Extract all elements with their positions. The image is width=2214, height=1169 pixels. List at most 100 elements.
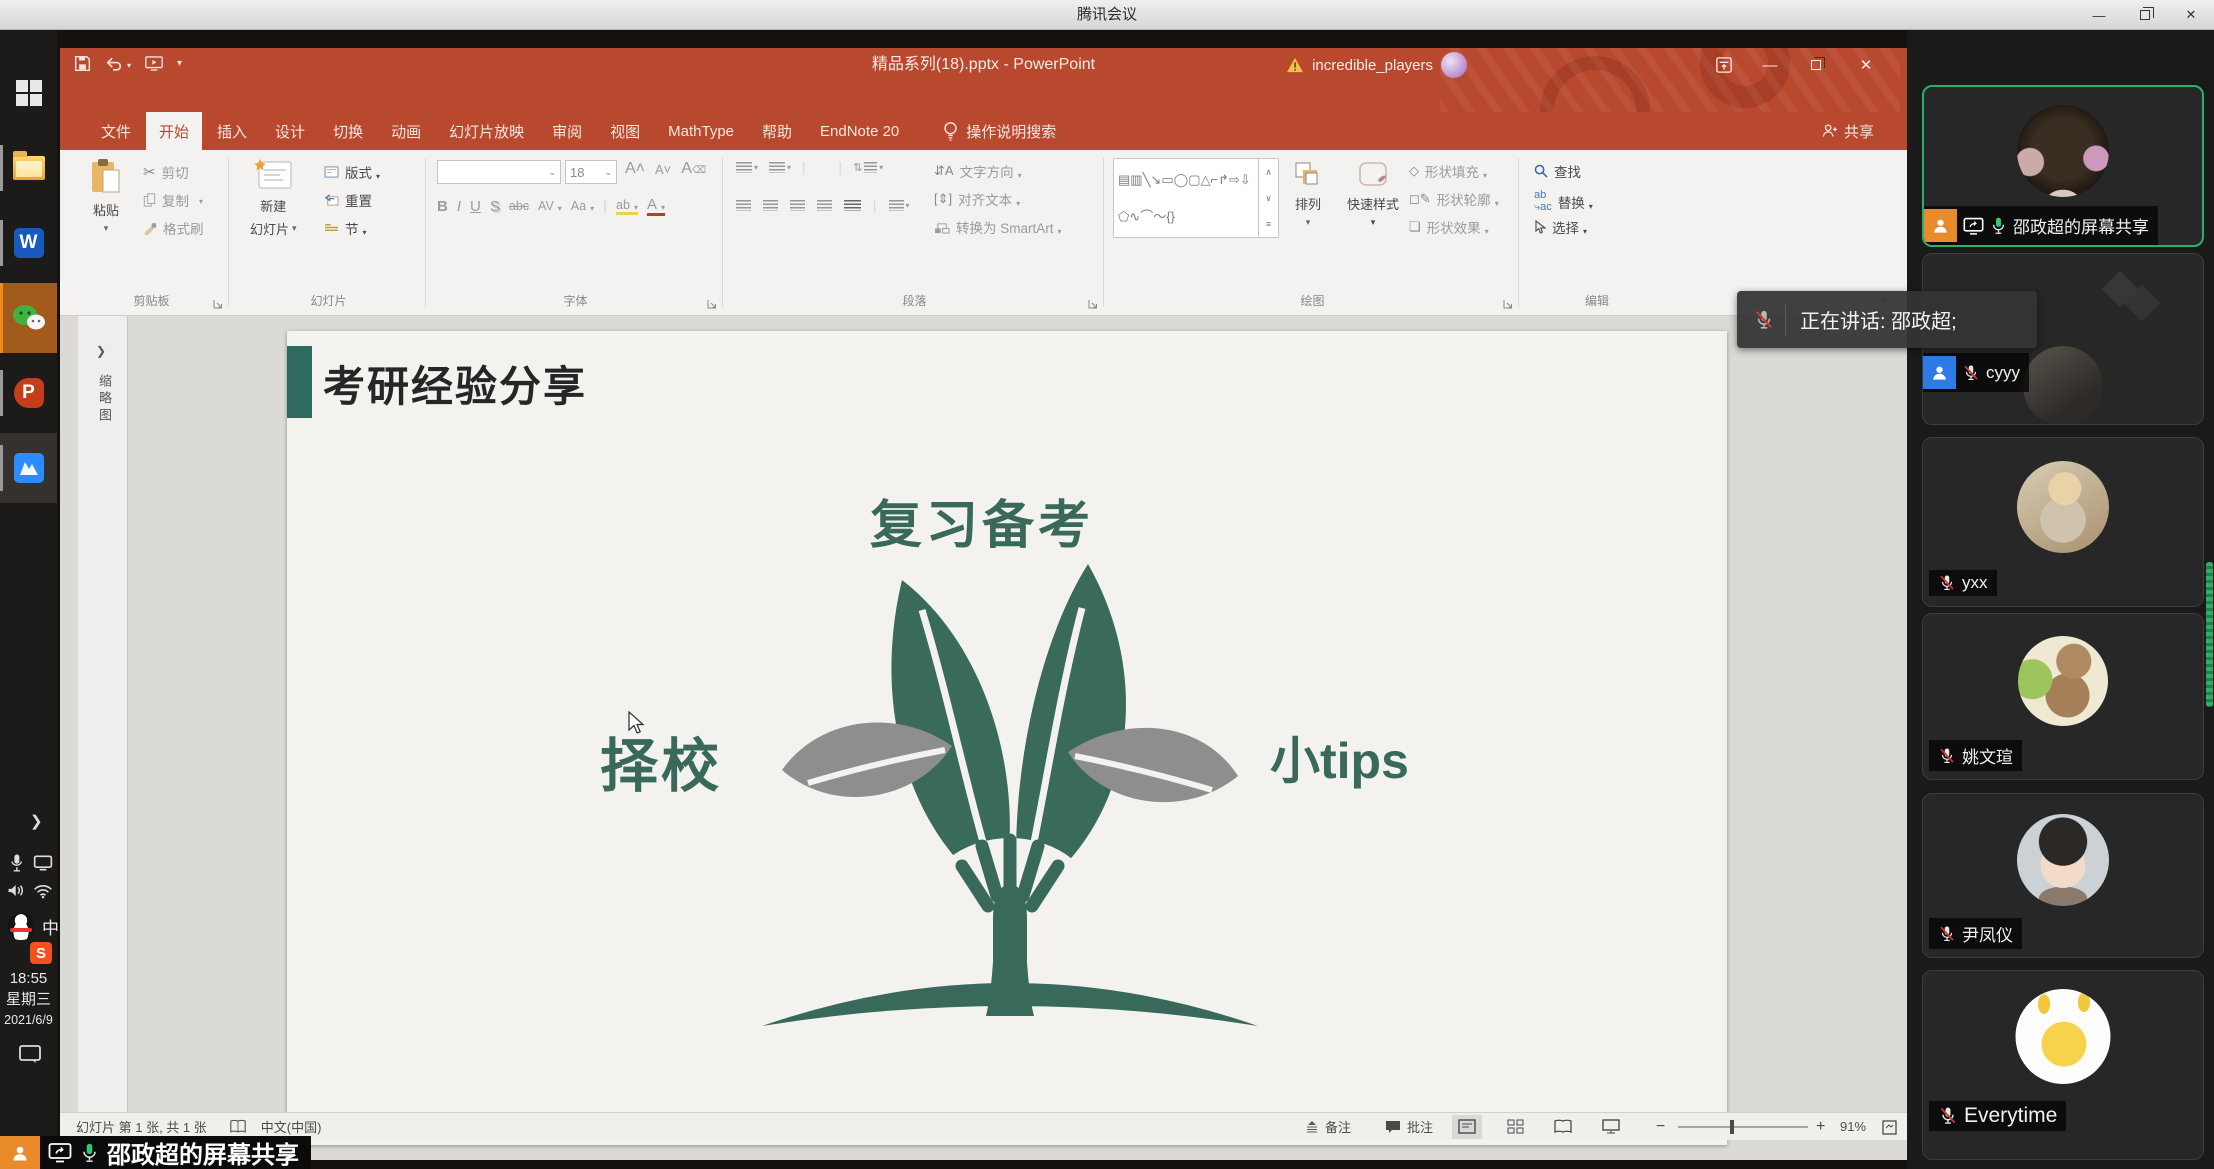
undo-button[interactable] [105,54,131,72]
slide-number-indicator[interactable]: 幻灯片 第 1 张, 共 1 张 [76,1117,207,1136]
grow-font-button[interactable]: A˄ [625,160,645,178]
line-spacing-button[interactable]: ⇅▾ [853,161,883,174]
layout-button[interactable]: 版式 [324,162,380,182]
section-button[interactable]: 节 [324,218,367,238]
tab-transitions[interactable]: 切换 [320,112,376,150]
clear-formatting-button[interactable]: A⌫ [681,160,706,178]
character-spacing-button[interactable]: A︎V [538,199,562,213]
taskbar-powerpoint[interactable]: P [0,358,57,428]
tab-view[interactable]: 视图 [597,112,653,150]
align-text-button[interactable]: [⇕]对齐文本 [934,189,1020,209]
change-case-button[interactable]: Aa [571,199,594,213]
copy-button[interactable]: 复制 [143,190,203,210]
font-size-combo[interactable]: 18⌄ [565,160,617,184]
tab-design[interactable]: 设计 [262,112,318,150]
sogou-icon[interactable]: S [30,942,52,964]
shapes-gallery[interactable]: ▤▥╲↘▭◯▢△⌐↱⇨⇩⬠∿⌒～{} [1113,158,1259,238]
tab-slideshow[interactable]: 幻灯片放映 [436,112,537,150]
slide-sorter-view-button[interactable] [1500,1115,1530,1139]
participant-tile-everytime[interactable]: Everytime [1922,970,2204,1160]
drawing-dialog-launcher[interactable] [1503,299,1514,310]
zoom-slider-thumb[interactable] [1730,1120,1734,1134]
zoom-level[interactable]: 91% [1840,1119,1866,1134]
strikethrough-button[interactable]: abc [509,199,529,213]
font-color-button[interactable]: A [647,196,665,216]
reading-view-button[interactable] [1548,1115,1578,1139]
meeting-close-button[interactable]: ✕ [2168,0,2214,30]
share-button[interactable]: 共享 [1808,112,1887,150]
numbering-button[interactable]: ▾ [769,162,791,173]
font-name-combo[interactable]: ⌄ [437,160,561,184]
participant-tile-yxx[interactable]: yxx [1922,437,2204,607]
align-center-button[interactable] [763,200,778,211]
tab-animations[interactable]: 动画 [378,112,434,150]
gallery-up-arrow[interactable]: ∧ [1265,167,1272,178]
meeting-restore-button[interactable] [2122,0,2168,30]
paste-dropdown[interactable]: ▾ [104,223,109,234]
slideshow-view-button[interactable] [1596,1115,1626,1139]
italic-button[interactable]: I [457,198,461,215]
meeting-minimize-button[interactable]: — [2076,0,2122,30]
zoom-out-button[interactable]: − [1656,1118,1665,1136]
participant-tile-yaowenxuan[interactable]: 姚文瑄 [1922,613,2204,780]
shape-fill-button[interactable]: ◇形状填充 [1409,161,1487,181]
quick-styles-button[interactable]: 快速样式 ▾ [1347,160,1399,228]
tab-review[interactable]: 审阅 [539,112,595,150]
participant-tile-yinfengyi[interactable]: 尹凤仪 [1922,793,2204,958]
save-icon[interactable] [74,55,91,72]
tray-audio-network[interactable] [7,882,53,899]
new-slide-button[interactable]: 新建 幻灯片▾ [250,158,297,238]
gallery-more-arrow[interactable]: ≡ [1266,219,1271,229]
paragraph-dialog-launcher[interactable] [1088,299,1099,310]
ribbon-display-options-button[interactable] [1707,48,1741,82]
comments-button[interactable]: 批注 [1385,1117,1433,1136]
taskbar-clock[interactable]: 18:55 星期三 2021/6/9 [0,968,57,1031]
taskbar-tencent-meeting[interactable] [0,433,57,503]
zoom-slider-track[interactable] [1678,1126,1808,1128]
participant-tile-share[interactable]: 邵政超的屏幕共享 [1922,85,2204,247]
thumbnail-pane-collapsed[interactable]: ❯ 缩略图 [78,316,128,1160]
align-right-button[interactable] [790,200,805,211]
shapes-gallery-scroll[interactable]: ∧ ∨ ≡ [1259,158,1279,238]
text-direction-button[interactable]: ⇵A文字方向 [934,161,1022,181]
panel-scrollbar-thumb[interactable] [2206,562,2213,707]
format-painter-button[interactable]: 格式刷 [143,218,204,238]
ppt-close-button[interactable]: ✕ [1849,48,1883,82]
bold-button[interactable]: B [437,198,448,215]
normal-view-button[interactable] [1452,1115,1482,1139]
tell-me-search[interactable]: 操作说明搜索 [930,112,1069,150]
columns-button[interactable]: ▾ [889,200,910,211]
notification-center-button[interactable] [18,1044,42,1064]
cut-button[interactable]: ✂剪切 [143,162,189,182]
tab-help[interactable]: 帮助 [749,112,805,150]
tab-insert[interactable]: 插入 [204,112,260,150]
start-button[interactable] [0,58,57,128]
bullets-button[interactable]: ▾ [736,162,758,173]
slide-canvas[interactable]: 考研经验分享 复习备考 择校 小tips [287,331,1727,1145]
gallery-down-arrow[interactable]: ∨ [1265,193,1272,204]
ppt-minimize-button[interactable]: — [1753,48,1787,82]
zoom-in-button[interactable]: + [1816,1118,1825,1136]
justify-button[interactable] [817,200,832,211]
justify-full-button[interactable] [844,200,861,211]
taskbar-wechat[interactable] [0,283,57,353]
select-button[interactable]: 选择 [1534,217,1587,237]
fit-to-window-icon[interactable] [1882,1120,1897,1135]
ppt-restore-button[interactable] [1799,48,1833,82]
tab-home[interactable]: 开始 [146,112,202,150]
font-dialog-launcher[interactable] [707,299,718,310]
underline-button[interactable]: U [470,198,481,215]
reset-button[interactable]: 重置 [324,190,372,210]
arrange-button[interactable]: 排列 ▾ [1293,160,1323,228]
spellcheck-icon[interactable] [229,1119,247,1134]
find-button[interactable]: 查找 [1534,161,1581,181]
tray-ime-group[interactable]: 中 [8,912,59,940]
taskbar-word[interactable]: W [0,208,57,278]
taskbar-file-explorer[interactable] [0,133,57,203]
tab-mathtype[interactable]: MathType [655,112,747,150]
clipboard-dialog-launcher[interactable] [213,299,224,310]
tray-expand-chevron[interactable]: ❯ [30,812,43,830]
account-area[interactable]: incredible_players [1286,48,1467,82]
expand-pane-chevron[interactable]: ❯ [96,344,106,358]
notes-button[interactable]: 备注 [1305,1117,1351,1136]
